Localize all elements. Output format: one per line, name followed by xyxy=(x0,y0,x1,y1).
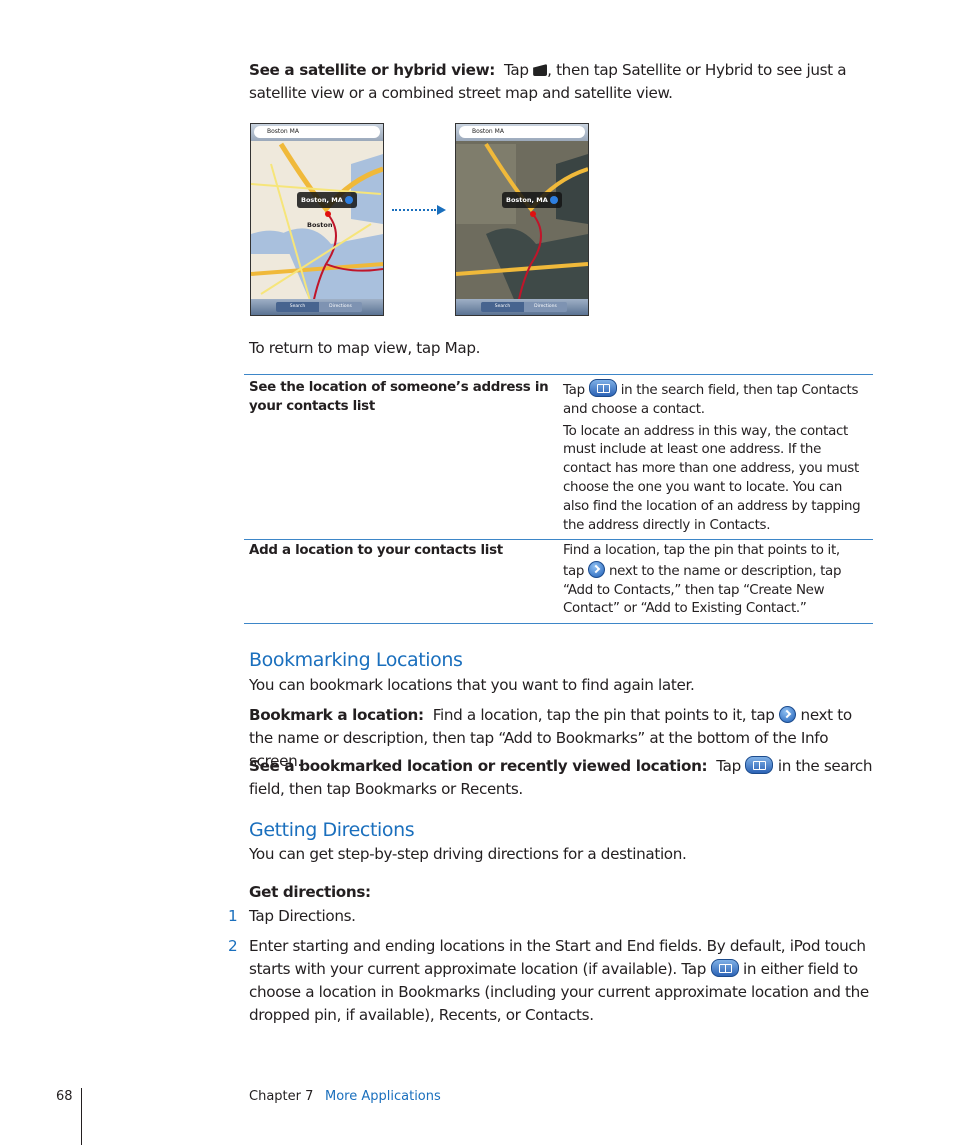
search-bar: Boston MA xyxy=(251,124,383,141)
step-number: 2 xyxy=(228,937,238,955)
step-text: Tap Directions. xyxy=(249,907,356,925)
directions-subheading: Get directions: xyxy=(249,883,371,901)
callout-label: Boston, MA xyxy=(301,196,343,204)
street-map-image xyxy=(251,124,383,315)
footer-divider xyxy=(81,1088,82,1145)
city-label: Boston xyxy=(307,221,333,229)
info-arrow-icon xyxy=(779,706,797,723)
bookmarks-icon xyxy=(588,379,617,397)
row-divider xyxy=(244,539,873,540)
table-desc: Tap in the search field, then tap Contac… xyxy=(563,379,869,535)
bookmarking-heading: Bookmarking Locations xyxy=(249,649,463,671)
search-field[interactable]: Boston MA xyxy=(254,126,380,138)
map-curl-icon xyxy=(533,64,548,76)
toolbar: Search Directions xyxy=(251,299,383,315)
tab-search[interactable]: Search xyxy=(481,302,524,312)
bookmarks-icon xyxy=(745,756,774,774)
footer-chapter: Chapter 7 xyxy=(249,1089,314,1104)
map-screenshot-satellite: Boston MA Boston, MA Search Directions xyxy=(455,123,589,316)
desc-note: To locate an address in this way, the co… xyxy=(563,423,861,533)
return-text: To return to map view, tap Map. xyxy=(249,339,481,357)
segmented-control: Search Directions xyxy=(481,302,567,312)
location-callout: Boston, MA xyxy=(297,192,357,208)
satellite-map-image xyxy=(456,124,588,315)
bookmarks-icon xyxy=(710,959,739,977)
see-bookmarked-paragraph: See a bookmarked location or recently vi… xyxy=(249,755,877,801)
tab-search[interactable]: Search xyxy=(276,302,319,312)
step-number: 1 xyxy=(228,907,238,925)
step-text: Enter starting and ending locations in t… xyxy=(249,935,877,1027)
desc-text: next to the name or description, tap “Ad… xyxy=(563,563,842,617)
satellite-lead: See a satellite or hybrid view: xyxy=(249,61,495,79)
bookmark-text: Find a location, tap the pin that points… xyxy=(432,706,775,724)
pin-icon xyxy=(325,211,331,217)
tab-directions[interactable]: Directions xyxy=(524,302,567,312)
arrow-right-icon xyxy=(437,205,446,215)
info-arrow-icon xyxy=(345,196,353,204)
info-arrow-icon xyxy=(550,196,558,204)
search-bar: Boston MA xyxy=(456,124,588,141)
pin-icon xyxy=(530,211,536,217)
table-task: See the location of someone’s address in… xyxy=(249,380,549,414)
search-field[interactable]: Boston MA xyxy=(459,126,585,138)
page-number: 68 xyxy=(56,1089,73,1104)
directions-intro: You can get step-by-step driving directi… xyxy=(249,845,687,863)
location-callout: Boston, MA xyxy=(502,192,562,208)
see-bookmarked-text: Tap xyxy=(716,757,741,775)
tab-directions[interactable]: Directions xyxy=(319,302,362,312)
dotted-arrow-line xyxy=(392,209,436,211)
callout-label: Boston, MA xyxy=(506,196,548,204)
footer-section-link[interactable]: More Applications xyxy=(325,1089,441,1104)
bookmark-lead: Bookmark a location: xyxy=(249,706,424,724)
toolbar: Search Directions xyxy=(456,299,588,315)
desc-text: Tap xyxy=(563,383,585,398)
table-task: Add a location to your contacts list xyxy=(249,543,503,558)
satellite-view-paragraph: See a satellite or hybrid view: Tap , th… xyxy=(249,59,877,105)
tasks-table: See the location of someone’s address in… xyxy=(244,374,873,624)
info-arrow-icon xyxy=(588,560,606,578)
bookmarking-intro: You can bookmark locations that you want… xyxy=(249,676,695,694)
see-bookmarked-lead: See a bookmarked location or recently vi… xyxy=(249,757,708,775)
map-screenshot-standard: Boston MA Boston, MA Boston Search Direct… xyxy=(250,123,384,316)
table-desc: Find a location, tap the pin that points… xyxy=(563,542,863,619)
tap-text: Tap xyxy=(503,61,529,79)
directions-heading: Getting Directions xyxy=(249,819,415,841)
segmented-control: Search Directions xyxy=(276,302,362,312)
